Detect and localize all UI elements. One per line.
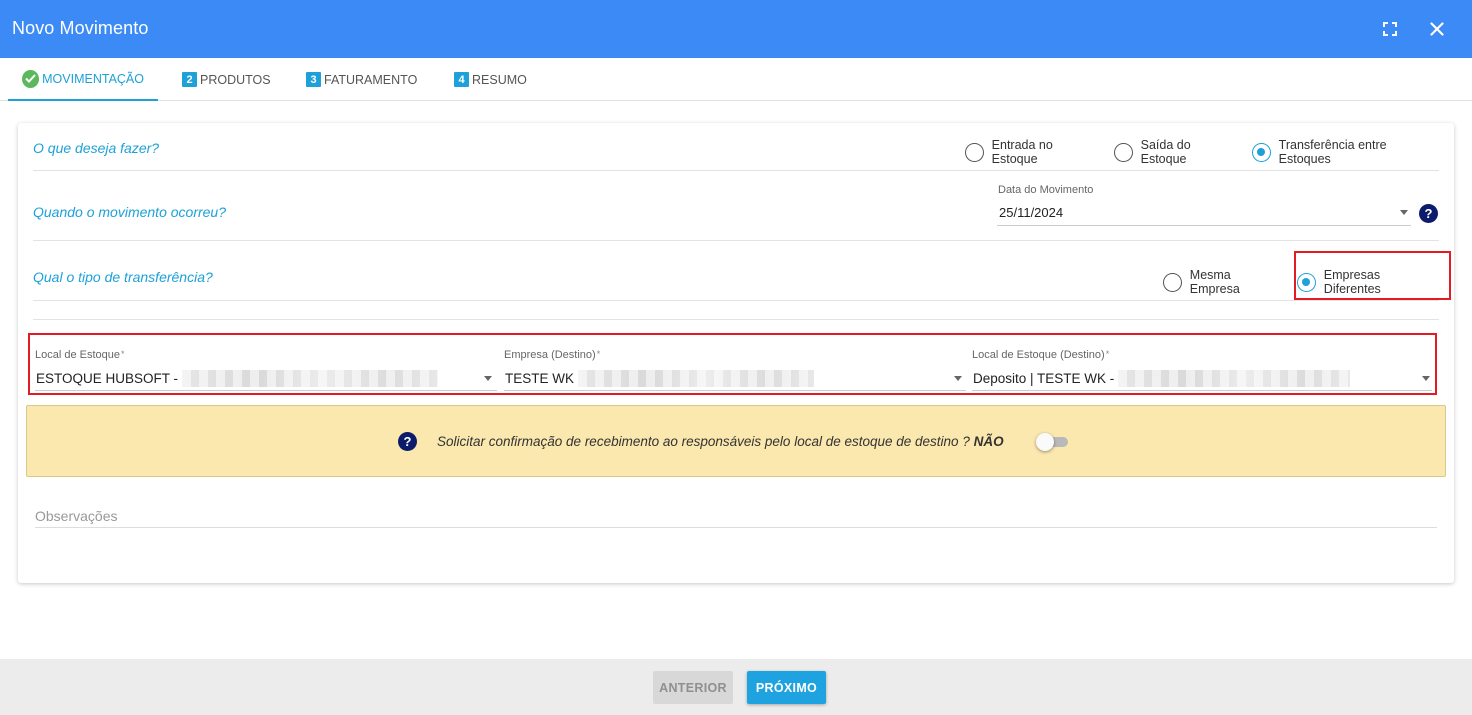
field-local-destino[interactable]: Deposito | TESTE WK - [973, 370, 1351, 388]
help-icon[interactable]: ? [398, 432, 417, 451]
date-label: Data do Movimento [998, 184, 1094, 196]
radio-label: Mesma Empresa [1189, 268, 1240, 296]
caret-down-icon[interactable] [1422, 376, 1430, 381]
radio-circle [1297, 272, 1316, 292]
dialog-titlebar: Novo Movimento [0, 0, 1472, 58]
check-circle-icon [22, 69, 40, 88]
field-local-destino-label: Local de Estoque (Destino)* [972, 349, 1110, 361]
close-icon[interactable] [1425, 17, 1449, 41]
wizard-tabs: MOVIMENTAÇÃO 2 PRODUTOS 3 FATURAMENTO 4 … [0, 58, 1472, 101]
tab-label: RESUMO [472, 72, 527, 87]
field-underline [972, 390, 1432, 391]
dialog-title: Novo Movimento [12, 18, 149, 38]
radio-label: Saída do Estoque [1140, 138, 1191, 166]
field-local-estoque[interactable]: ESTOQUE HUBSOFT - [36, 370, 438, 388]
observations-input[interactable]: Observações [35, 508, 117, 524]
redacted-text [1118, 370, 1351, 387]
fullscreen-icon[interactable] [1378, 17, 1402, 41]
step-number-icon: 3 [306, 72, 321, 87]
help-icon[interactable]: ? [1419, 204, 1438, 223]
action-radio-group: Entrada no Estoque Saída do Estoque Tran… [965, 138, 1439, 166]
radio-circle [1113, 142, 1133, 162]
toggle-knob [1036, 433, 1054, 451]
confirmation-text: Solicitar confirmação de recebimento ao … [437, 434, 1004, 449]
question-transfer-type: Qual o tipo de transferência? [33, 269, 213, 285]
confirmation-toggle[interactable] [1036, 433, 1068, 451]
tab-label: PRODUTOS [200, 72, 271, 87]
observations-underline [35, 527, 1437, 528]
section-divider [33, 319, 1439, 320]
confirmation-status: NÃO [973, 434, 1004, 449]
radio-mesma-empresa[interactable]: Mesma Empresa [1163, 268, 1283, 296]
radio-entrada[interactable]: Entrada no Estoque [965, 138, 1100, 166]
radio-label: Entrada no Estoque [991, 138, 1053, 166]
radio-circle [965, 142, 984, 162]
field-underline [35, 390, 497, 391]
question-action: O que deseja fazer? [33, 140, 160, 156]
tab-label: MOVIMENTAÇÃO [42, 71, 144, 86]
question-row-action: O que deseja fazer? Entrada no Estoque S… [33, 123, 1439, 171]
field-empresa-destino-label: Empresa (Destino)* [504, 349, 601, 361]
redacted-text [577, 370, 814, 387]
step-number-icon: 2 [182, 72, 197, 87]
tab-faturamento[interactable]: 3 FATURAMENTO [306, 58, 417, 101]
caret-down-icon[interactable] [484, 376, 492, 381]
dialog-footer: ANTERIOR PRÓXIMO [0, 659, 1472, 715]
step-number-icon: 4 [454, 72, 469, 87]
field-local-estoque-label: Local de Estoque* [35, 349, 125, 361]
transfer-type-radio-group: Mesma Empresa Empresas Diferentes [1163, 268, 1439, 296]
form-card: O que deseja fazer? Entrada no Estoque S… [18, 123, 1454, 583]
tab-movimentacao[interactable]: MOVIMENTAÇÃO [8, 58, 158, 101]
question-row-date: Quando o movimento ocorreu? Data do Movi… [33, 171, 1439, 241]
tab-resumo[interactable]: 4 RESUMO [454, 58, 527, 101]
question-date: Quando o movimento ocorreu? [33, 204, 226, 220]
question-row-transfer-type: Qual o tipo de transferência? Mesma Empr… [33, 241, 1439, 301]
caret-down-icon[interactable] [1400, 210, 1408, 215]
date-input[interactable]: 25/11/2024 [999, 205, 1063, 220]
field-empresa-destino[interactable]: TESTE WK [505, 370, 814, 388]
radio-circle [1163, 272, 1182, 292]
date-underline [997, 225, 1411, 226]
tab-label: FATURAMENTO [324, 72, 418, 87]
next-button[interactable]: PRÓXIMO [747, 671, 826, 704]
confirmation-banner: ? Solicitar confirmação de recebimento a… [26, 405, 1446, 477]
radio-saida[interactable]: Saída do Estoque [1113, 138, 1238, 166]
radio-label: Empresas Diferentes [1323, 268, 1381, 296]
radio-empresas-diferentes[interactable]: Empresas Diferentes [1297, 268, 1439, 296]
tab-produtos[interactable]: 2 PRODUTOS [182, 58, 271, 101]
field-underline [504, 390, 966, 391]
radio-circle [1252, 142, 1271, 162]
redacted-text [181, 370, 438, 387]
radio-label: Transferência entre Estoques [1278, 138, 1387, 166]
caret-down-icon[interactable] [954, 376, 962, 381]
radio-transferencia[interactable]: Transferência entre Estoques [1252, 138, 1439, 166]
previous-button[interactable]: ANTERIOR [653, 671, 733, 704]
